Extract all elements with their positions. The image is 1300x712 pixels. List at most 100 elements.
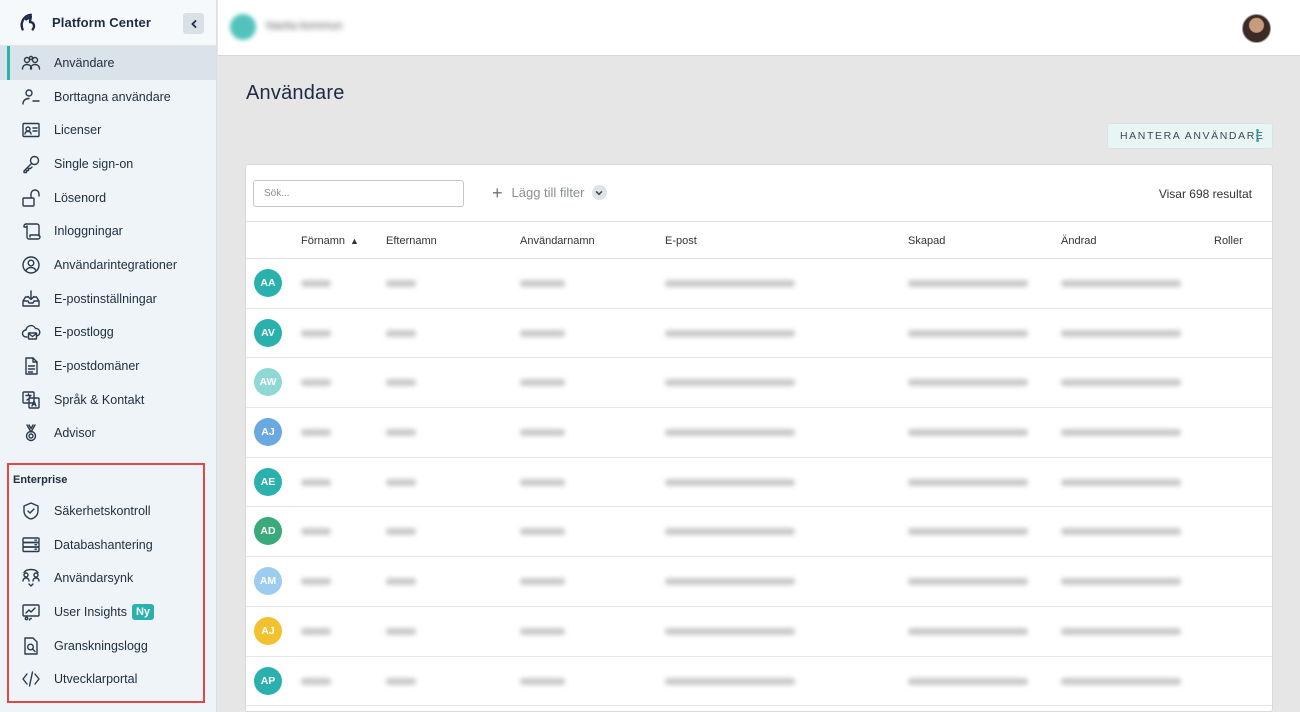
sidebar-item-label: E-postinställningar [54, 291, 157, 306]
sidebar-item-sso[interactable]: Single sign-on [0, 147, 216, 181]
redacted-cell [520, 429, 565, 437]
redacted-cell [301, 578, 331, 586]
sidebar-item-user-sync[interactable]: Användarsynk [9, 561, 203, 595]
sidebar-item-label: User Insights [54, 604, 127, 619]
table-row[interactable]: AP [246, 656, 1272, 707]
column-header-modified[interactable]: Ändrad [1061, 235, 1096, 247]
users-table-card: + Lägg till filter Visar 698 resultat Fö… [245, 164, 1273, 712]
sidebar-item-label: Utvecklarportal [54, 672, 138, 687]
table-row[interactable]: AE [246, 457, 1272, 508]
insights-icon [20, 601, 42, 623]
redacted-cell [301, 429, 331, 437]
sidebar-item-deleted-users[interactable]: Borttagna användare [0, 80, 216, 114]
redacted-cell [520, 677, 565, 685]
redacted-cell [1061, 578, 1181, 586]
redacted-cell [386, 280, 416, 287]
redacted-cell [665, 627, 795, 635]
sidebar-item-email-domains[interactable]: E-postdomäner [0, 349, 216, 383]
redacted-cell [301, 478, 331, 486]
table-row[interactable]: AJ [246, 606, 1272, 657]
organization-name-redacted[interactable]: Nacka kommun [266, 20, 342, 32]
redacted-cell [665, 677, 795, 685]
user-sync-icon [20, 567, 42, 589]
collapse-sidebar-button[interactable] [183, 13, 204, 34]
user-initials-avatar: AA [254, 269, 282, 297]
top-bar: Nacka kommun [218, 0, 1300, 56]
filter-bar: + Lägg till filter Visar 698 resultat [246, 165, 1272, 222]
sidebar-item-email-log[interactable]: E-postlogg [0, 316, 216, 350]
user-initials-avatar: AJ [254, 616, 282, 645]
results-count: Visar 698 resultat [1158, 187, 1252, 201]
sidebar-item-user-integrations[interactable]: Användarintegrationer [0, 248, 216, 282]
sidebar-item-email-settings[interactable]: E-postinställningar [0, 282, 216, 316]
table-row[interactable]: AM [246, 557, 1272, 607]
table-row[interactable]: AD [246, 507, 1272, 558]
sidebar-item-developer-portal[interactable]: Utvecklarportal [9, 662, 203, 696]
table-row[interactable]: AJ [246, 408, 1272, 458]
redacted-cell [386, 627, 416, 635]
column-header-created[interactable]: Skapad [908, 235, 945, 247]
sidebar-item-label: Databashantering [54, 537, 153, 552]
redacted-cell [301, 528, 331, 536]
redacted-cell [301, 379, 331, 387]
sidebar-item-licenses[interactable]: Licenser [0, 113, 216, 147]
sidebar-item-label: E-postdomäner [54, 359, 140, 374]
add-filter-label: Lägg till filter [511, 185, 585, 200]
redacted-cell [665, 578, 795, 586]
search-input[interactable] [253, 180, 464, 207]
sidebar-item-logins[interactable]: Inloggningar [0, 214, 216, 248]
redacted-cell [908, 578, 1028, 586]
sort-ascending-icon: ▲ [350, 236, 359, 246]
redacted-cell [908, 379, 1028, 387]
sidebar-item-password[interactable]: Lösenord [0, 181, 216, 215]
redacted-cell [1061, 528, 1181, 536]
sidebar-item-label: Användare [54, 55, 115, 70]
redacted-cell [520, 478, 565, 486]
manage-users-button[interactable]: HANTERA ANVÄNDARE [1107, 123, 1273, 149]
table-row[interactable]: AW [246, 358, 1272, 409]
inbox-download-icon [20, 288, 42, 310]
table-row[interactable]: AV [246, 308, 1272, 359]
column-header-last-name[interactable]: Efternamn [386, 235, 437, 247]
language-icon [20, 389, 42, 411]
user-avatar[interactable] [1242, 14, 1271, 43]
redacted-cell [1061, 280, 1181, 287]
sidebar-item-user-insights[interactable]: User Insights Ny [9, 595, 203, 629]
redacted-cell [908, 528, 1028, 536]
sidebar-item-security-check[interactable]: Säkerhetskontroll [9, 494, 203, 528]
column-header-username[interactable]: Användarnamn [520, 235, 595, 247]
redacted-cell [665, 280, 795, 287]
redacted-cell [520, 528, 565, 536]
sidebar: Platform Center Användare Borttagna använ… [0, 0, 217, 712]
sidebar-item-users[interactable]: Användare [0, 46, 216, 80]
sidebar-item-label: Säkerhetskontroll [54, 503, 151, 518]
column-header-email[interactable]: E-post [665, 235, 697, 247]
sidebar-item-language-contact[interactable]: Språk & Kontakt [0, 383, 216, 417]
sidebar-item-advisor[interactable]: Advisor [0, 417, 216, 451]
redacted-cell [386, 578, 416, 586]
redacted-cell [301, 627, 331, 635]
redacted-cell [908, 677, 1028, 685]
chevron-left-icon [190, 19, 196, 28]
users-icon [20, 52, 42, 74]
platform-logo-icon [20, 13, 36, 31]
column-header-roles[interactable]: Roller [1214, 235, 1243, 247]
table-row[interactable]: AA [246, 259, 1272, 309]
organization-avatar[interactable] [230, 14, 256, 40]
redacted-cell [386, 379, 416, 387]
redacted-cell [520, 627, 565, 635]
redacted-cell [665, 329, 795, 337]
redacted-cell [665, 478, 795, 486]
scroll-icon [20, 220, 42, 242]
database-icon [20, 534, 42, 556]
chevron-down-icon[interactable] [591, 185, 607, 200]
sidebar-item-database[interactable]: Databashantering [9, 528, 203, 562]
redacted-cell [908, 478, 1028, 486]
sidebar-item-audit-log[interactable]: Granskningslogg [9, 629, 203, 663]
add-filter-button[interactable]: + Lägg till filter [492, 184, 607, 202]
sidebar-item-label: Användarintegrationer [54, 257, 177, 272]
redacted-cell [301, 329, 331, 337]
app-title: Platform Center [52, 15, 152, 30]
column-header-first-name[interactable]: Förnamn ▲ [301, 235, 359, 247]
user-initials-avatar: AW [254, 368, 282, 397]
